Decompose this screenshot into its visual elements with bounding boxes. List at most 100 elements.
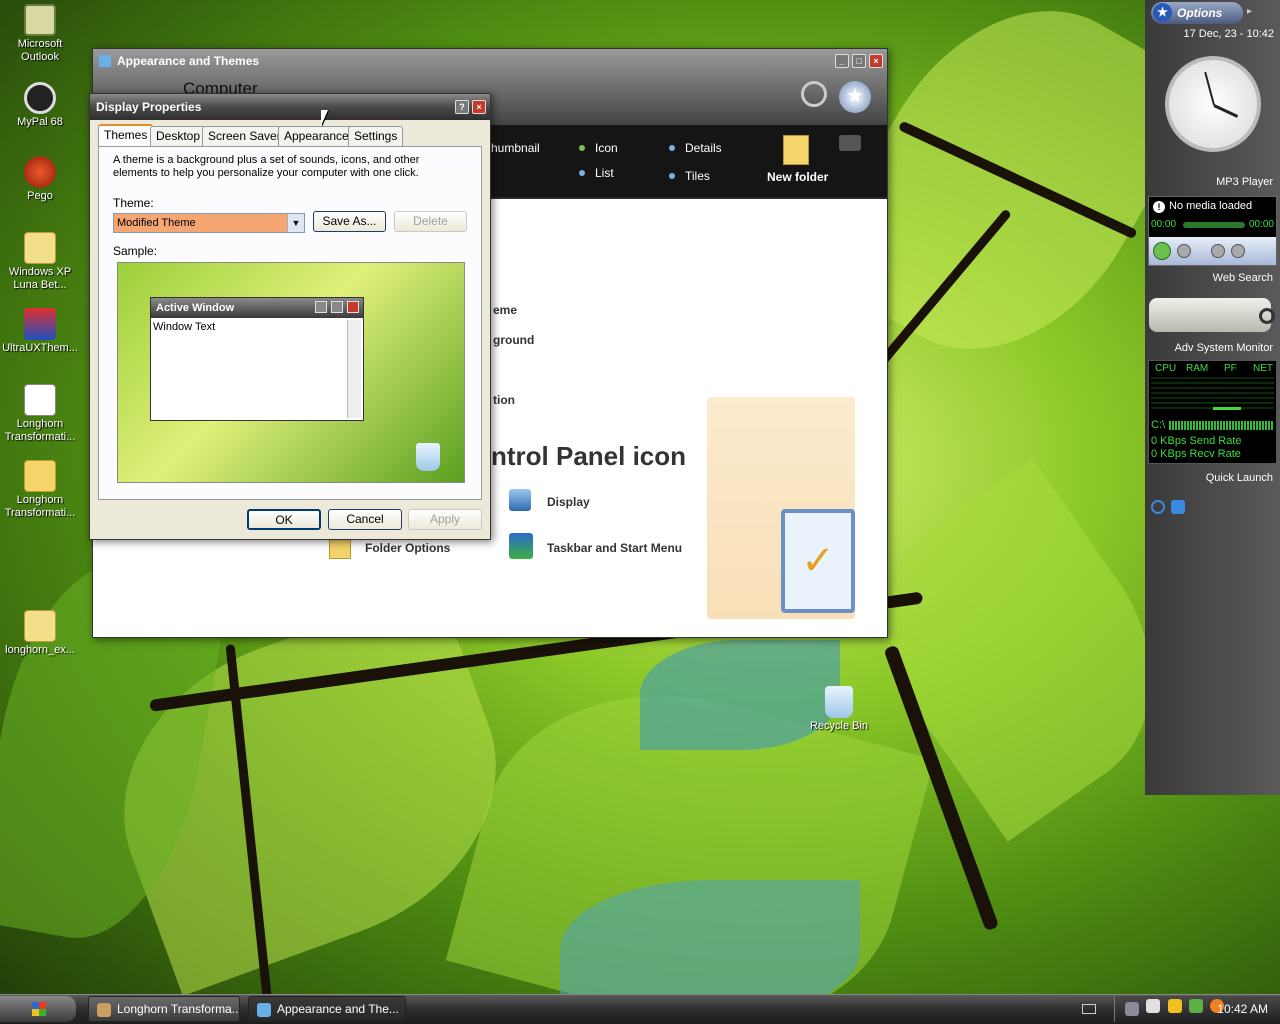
ok-button[interactable]: OK (247, 509, 321, 530)
new-folder-button[interactable]: New folder (767, 170, 828, 184)
taskbar-start-menu-link[interactable]: Taskbar and Start Menu (547, 541, 682, 555)
desktop-icon-longhorn-doc[interactable]: Longhorn Transformati... (1, 384, 79, 444)
zip-folder-icon (24, 232, 56, 264)
web-search-input[interactable] (1149, 298, 1275, 332)
tab-desktop[interactable]: Desktop (150, 126, 207, 146)
previous-icon[interactable] (1211, 244, 1225, 258)
zip-folder-icon (24, 610, 56, 642)
tab-settings[interactable]: Settings (348, 126, 404, 146)
desktop-icon-longhorn-ex[interactable]: longhorn_ex... (1, 610, 79, 657)
collapse-button[interactable] (839, 135, 861, 151)
longhorn-task-icon (97, 1003, 111, 1017)
drive-label: C:\ (1151, 419, 1166, 431)
desktop-icon-luna-zip[interactable]: Windows XP Luna Bet... (1, 232, 79, 292)
safely-remove-tray-icon[interactable] (1189, 999, 1204, 1013)
network-tray-icon[interactable] (1125, 1002, 1139, 1016)
desktop-icon-ultraux[interactable]: UltraUXThem... (1, 308, 79, 355)
mp3-status: No media loaded (1169, 200, 1253, 212)
mp3-seek-bar[interactable] (1183, 222, 1245, 228)
sample-recycle-bin-icon (416, 443, 440, 471)
view-thumbnail[interactable]: humbnail (491, 141, 540, 155)
sample-window-title: Active Window (156, 302, 235, 314)
view-tiles[interactable]: Tiles (685, 169, 710, 183)
quick-launch-title: Quick Launch (1205, 472, 1273, 484)
sample-min-icon (315, 301, 327, 313)
mypal-icon (24, 82, 56, 114)
minimize-button[interactable]: _ (835, 54, 849, 68)
taskbar-button-appearance[interactable]: Appearance and The... (248, 996, 406, 1022)
desktop-icon-recycle-bin[interactable]: Recycle Bin (800, 686, 878, 733)
view-details[interactable]: Details (685, 141, 722, 155)
display-link[interactable]: Display (547, 495, 590, 509)
tab-themes[interactable]: Themes (98, 124, 154, 146)
bullet-icon (579, 170, 585, 176)
display-properties-dialog: Display Properties ? × Themes Desktop Sc… (89, 93, 491, 540)
sidebar-datetime: 17 Dec, 23 - 10:42 (1183, 28, 1274, 40)
maximize-button[interactable]: □ (852, 54, 866, 68)
tab-appearance[interactable]: Appearance (278, 126, 355, 146)
pf-usage-bar (1213, 407, 1241, 410)
sample-preview: Active Window Window Text (117, 262, 465, 483)
folder-icon (24, 460, 56, 492)
task-link-option[interactable]: tion (493, 393, 515, 407)
play-icon[interactable] (1153, 242, 1171, 260)
desktop-icon-pego[interactable]: Pego (1, 156, 79, 203)
sidebar-options-button[interactable]: ★ Options (1151, 2, 1243, 24)
system-monitor-title: Adv System Monitor (1174, 342, 1273, 354)
chevron-down-icon[interactable]: ▼ (287, 214, 304, 232)
system-monitor-panel: CPU RAM PF NET C:\ 0 KBps Send Rate 0 KB… (1148, 360, 1277, 464)
sound-tray-icon[interactable] (1146, 999, 1161, 1013)
desktop-icon-mypal[interactable]: MyPal 68 (1, 82, 79, 129)
task-link-theme[interactable]: eme (493, 303, 517, 317)
task-label: Appearance and The... (277, 1002, 399, 1016)
mp3-time-left: 00:00 (1151, 219, 1177, 230)
sample-active-window: Active Window Window Text (150, 297, 364, 421)
favorites-star-icon[interactable]: ★ (839, 81, 871, 113)
window-icon (99, 55, 111, 67)
control-panel-heading: ntrol Panel icon (491, 441, 687, 471)
cancel-button[interactable]: Cancel (328, 509, 402, 530)
start-button[interactable] (0, 996, 76, 1022)
help-button[interactable]: ? (455, 100, 469, 114)
new-folder-icon[interactable] (783, 135, 809, 165)
delete-button[interactable]: Delete (394, 211, 467, 232)
apply-button[interactable]: Apply (408, 509, 482, 530)
theme-description: A theme is a background plus a set of so… (113, 154, 420, 179)
view-list[interactable]: List (595, 166, 614, 180)
stop-icon[interactable] (1177, 244, 1191, 258)
theme-dropdown-value: Modified Theme (117, 217, 196, 229)
task-link-background[interactable]: ground (493, 333, 534, 347)
web-search-title: Web Search (1212, 272, 1273, 284)
analog-clock (1165, 56, 1261, 152)
tab-panel: A theme is a background plus a set of so… (98, 146, 482, 500)
dialog-close-button[interactable]: × (472, 100, 486, 114)
view-icon[interactable]: Icon (595, 141, 618, 155)
clock-minute-hand (1204, 71, 1215, 106)
desktop-icon-longhorn-folder[interactable]: Longhorn Transformati... (1, 460, 79, 520)
bullet-icon (579, 145, 585, 151)
view-toolbar: humbnail Icon Details List Tiles New fol… (491, 125, 887, 197)
save-as-button[interactable]: Save As... (313, 211, 386, 232)
taskbar-start-icon (509, 533, 533, 559)
tab-screen-saver[interactable]: Screen Saver (202, 126, 287, 146)
search-icon[interactable] (801, 81, 827, 107)
desktop-icon-outlook[interactable]: Microsoft Outlook (1, 4, 79, 64)
keyboard-icon[interactable] (1082, 1004, 1096, 1014)
mp3-player-title: MP3 Player (1216, 176, 1273, 188)
security-shield-icon[interactable] (1167, 999, 1182, 1013)
theme-dropdown[interactable]: Modified Theme ▼ (113, 213, 305, 233)
dialog-titlebar: Display Properties ? × (90, 94, 490, 120)
show-desktop-icon[interactable] (1171, 500, 1185, 514)
next-icon[interactable] (1231, 244, 1245, 258)
taskbar-button-longhorn[interactable]: Longhorn Transforma... (88, 996, 240, 1022)
search-icon[interactable] (1259, 308, 1275, 324)
sidebar-arrow-icon[interactable]: ▸ (1247, 6, 1252, 17)
sidebar: ★ Options ▸ 17 Dec, 23 - 10:42 MP3 Playe… (1145, 0, 1280, 795)
folder-options-icon (329, 539, 351, 559)
close-button[interactable]: × (869, 54, 883, 68)
tab-strip: Themes Desktop Screen Saver Appearance S… (98, 124, 484, 146)
display-icon (509, 489, 531, 511)
internet-explorer-icon[interactable] (1151, 500, 1165, 514)
pego-icon (24, 156, 56, 188)
folder-options-link[interactable]: Folder Options (365, 541, 450, 555)
